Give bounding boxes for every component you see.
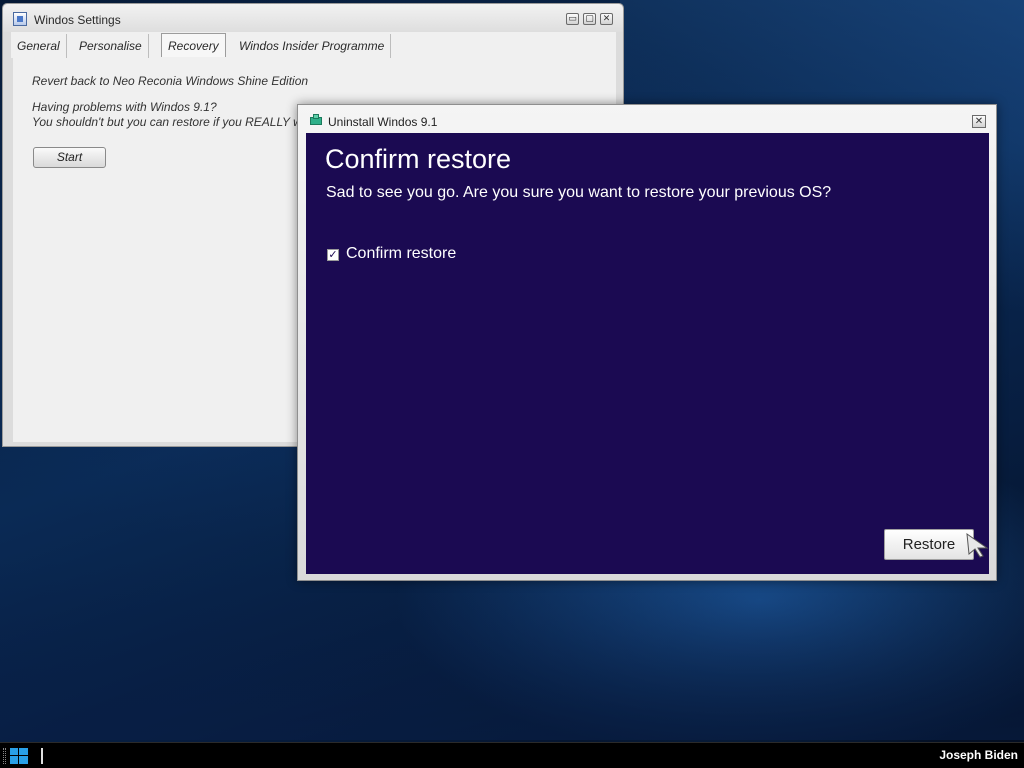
- close-icon[interactable]: ✕: [600, 13, 613, 25]
- settings-titlebar[interactable]: Windos Settings ▭ ▢ ✕: [3, 4, 623, 32]
- uninstall-content-panel: Confirm restore Sad to see you go. Are y…: [306, 133, 989, 574]
- tab-recovery[interactable]: Recovery: [161, 33, 226, 57]
- confirm-restore-checkbox[interactable]: ✓: [327, 249, 339, 261]
- uninstall-dialog: Uninstall Windos 9.1 ✕ Confirm restore S…: [297, 104, 997, 581]
- uninstall-app-icon: [310, 114, 322, 126]
- dialog-heading: Confirm restore: [325, 144, 512, 174]
- windows-logo-icon[interactable]: [9, 747, 29, 765]
- taskbar-grip[interactable]: [3, 748, 6, 764]
- tab-general[interactable]: General: [11, 34, 67, 58]
- close-icon[interactable]: ✕: [972, 115, 986, 128]
- restore-button[interactable]: Restore: [884, 529, 974, 560]
- start-button[interactable]: Start: [33, 147, 106, 168]
- taskbar: Joseph Biden: [0, 742, 1024, 768]
- dialog-subtitle: Sad to see you go. Are you sure you want…: [326, 184, 832, 201]
- tab-personalise[interactable]: Personalise: [73, 34, 149, 58]
- problem-text-line1: Having problems with Windos 9.1?: [32, 100, 217, 114]
- confirm-restore-label[interactable]: Confirm restore: [346, 245, 456, 263]
- uninstall-dialog-title: Uninstall Windos 9.1: [328, 115, 438, 129]
- user-name[interactable]: Joseph Biden: [939, 748, 1018, 762]
- maximize-icon[interactable]: ▢: [583, 13, 596, 25]
- settings-app-icon: [13, 12, 27, 26]
- taskbar-separator: [41, 748, 43, 764]
- desktop-glow: [0, 560, 1024, 740]
- problem-text-line2: You shouldn't but you can restore if you…: [32, 115, 319, 129]
- settings-tab-bar: General Personalise Recovery Windos Insi…: [11, 32, 616, 58]
- minimize-icon[interactable]: ▭: [566, 13, 579, 25]
- mouse-cursor-icon: [966, 532, 989, 558]
- revert-text: Revert back to Neo Reconia Windows Shine…: [32, 74, 309, 88]
- tab-windos-insider-programme[interactable]: Windos Insider Programme: [233, 34, 392, 58]
- settings-title: Windos Settings: [34, 13, 121, 27]
